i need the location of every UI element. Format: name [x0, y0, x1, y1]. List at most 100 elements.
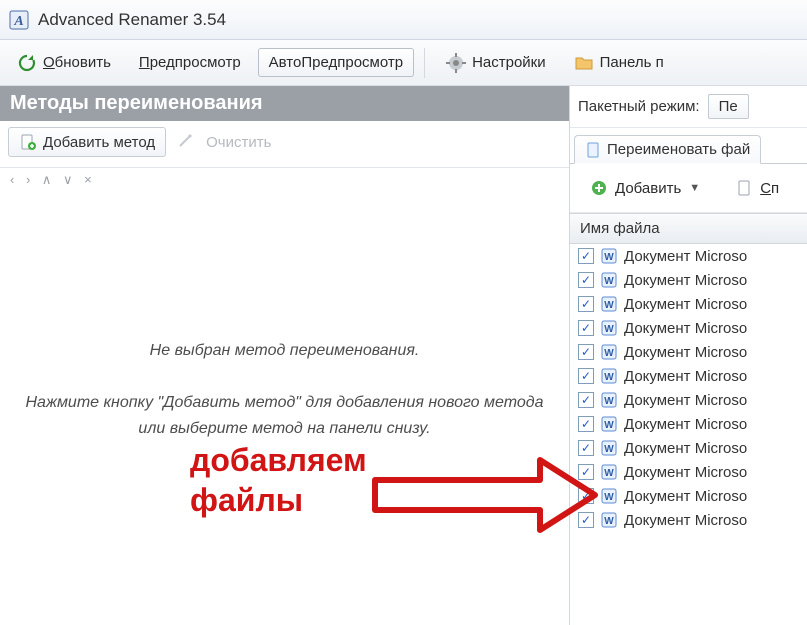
- add-files-button[interactable]: Добавить ▼: [578, 172, 711, 204]
- file-name-label: Документ Microso: [624, 296, 747, 313]
- clear-list-button[interactable]: Сп: [723, 172, 790, 204]
- svg-text:W: W: [604, 492, 614, 503]
- methods-toolbar: Добавить метод Очистить: [0, 121, 569, 168]
- panel-button[interactable]: Панель п: [563, 47, 675, 79]
- svg-text:W: W: [604, 252, 614, 263]
- refresh-icon: [17, 53, 37, 73]
- file-list: W Документ Microso W Документ Microso W Докум…: [570, 244, 807, 532]
- file-name-label: Документ Microso: [624, 440, 747, 457]
- window-title: Advanced Renamer 3.54: [38, 10, 226, 30]
- batch-mode-select[interactable]: Пе: [708, 94, 749, 119]
- checkbox[interactable]: [578, 320, 594, 336]
- svg-text:W: W: [604, 348, 614, 359]
- file-row[interactable]: WДокумент Microso: [570, 388, 807, 412]
- checkbox[interactable]: [578, 488, 594, 504]
- toolbar-separator: [424, 48, 425, 78]
- file-row[interactable]: W Документ Microso: [570, 340, 807, 364]
- checkbox[interactable]: [578, 392, 594, 408]
- file-toolbar: Добавить ▼ Сп: [570, 164, 807, 213]
- svg-text:W: W: [604, 372, 614, 383]
- tab-rename-label: Переименовать фай: [607, 141, 750, 158]
- checkbox[interactable]: [578, 512, 594, 528]
- main-toolbar: Обновить Предпросмотр АвтоПредпросмотр Н…: [0, 40, 807, 86]
- svg-text:W: W: [604, 300, 614, 311]
- checkbox[interactable]: [578, 344, 594, 360]
- svg-text:W: W: [604, 516, 614, 527]
- checkbox[interactable]: [578, 416, 594, 432]
- svg-text:A: A: [13, 14, 23, 29]
- mini-toolbar: ‹ › ∧ ∨ ×: [0, 168, 569, 192]
- file-row[interactable]: W Документ Microso: [570, 244, 807, 268]
- file-row[interactable]: W Документ Microso: [570, 484, 807, 508]
- word-doc-icon: W: [600, 487, 618, 505]
- file-row[interactable]: W Документ Microso: [570, 268, 807, 292]
- word-doc-icon: W: [600, 415, 618, 433]
- word-doc-icon: W: [600, 367, 618, 385]
- settings-button[interactable]: Настройки: [435, 47, 557, 79]
- clear-button[interactable]: Очистить: [206, 134, 271, 151]
- word-doc-icon: W: [600, 463, 618, 481]
- svg-text:W: W: [604, 276, 614, 287]
- svg-text:W: W: [604, 468, 614, 479]
- refresh-button[interactable]: Обновить: [6, 47, 122, 79]
- checkbox[interactable]: [578, 368, 594, 384]
- file-name-label: Документ Microso: [624, 344, 747, 361]
- clear-list-label: Сп: [760, 180, 779, 197]
- word-doc-icon: W: [600, 247, 618, 265]
- autopreview-toggle[interactable]: АвтоПредпросмотр: [258, 48, 414, 77]
- file-name-label: Документ Microso: [624, 488, 747, 505]
- methods-header: Методы переименования: [0, 86, 569, 121]
- preview-label: Предпросмотр: [139, 54, 241, 71]
- file-name-label: Документ Microso: [624, 248, 747, 265]
- file-row[interactable]: W Документ Microso: [570, 508, 807, 532]
- word-doc-icon: W: [600, 391, 618, 409]
- word-doc-icon: W: [600, 511, 618, 529]
- file-icon: [585, 142, 601, 158]
- file-row[interactable]: W Документ Microso: [570, 364, 807, 388]
- preview-button[interactable]: Предпросмотр: [128, 48, 252, 77]
- folder-icon: [574, 53, 594, 73]
- add-page-icon: [19, 133, 37, 151]
- files-pane: Пакетный режим: Пе Переименовать фай Доб…: [570, 86, 807, 625]
- new-file-icon: [734, 178, 754, 198]
- methods-pane: Методы переименования Добавить метод Очи…: [0, 86, 570, 625]
- add-method-button[interactable]: Добавить метод: [8, 127, 166, 157]
- checkbox[interactable]: [578, 440, 594, 456]
- svg-text:W: W: [604, 396, 614, 407]
- file-name-label: Документ Microso: [624, 512, 747, 529]
- file-row[interactable]: W Документ Microso: [570, 292, 807, 316]
- file-row[interactable]: W Документ Microso: [570, 436, 807, 460]
- file-name-label: Документ Microso: [624, 272, 747, 289]
- word-doc-icon: W: [600, 343, 618, 361]
- checkbox[interactable]: [578, 272, 594, 288]
- add-method-label: Добавить метод: [43, 134, 155, 151]
- settings-label: Настройки: [472, 54, 546, 71]
- file-name-label: Документ Microso: [624, 368, 747, 385]
- file-row[interactable]: WДокумент Microso: [570, 460, 807, 484]
- content-area: Методы переименования Добавить метод Очи…: [0, 86, 807, 625]
- add-files-label: Добавить: [615, 180, 681, 197]
- plus-icon: [589, 178, 609, 198]
- panel-label: Панель п: [600, 54, 664, 71]
- tab-rename-files[interactable]: Переименовать фай: [574, 135, 761, 164]
- word-doc-icon: W: [600, 319, 618, 337]
- refresh-label: Обновить: [43, 54, 111, 71]
- batch-mode-label: Пакетный режим:: [578, 98, 700, 115]
- methods-placeholder: Не выбран метод переименования. Нажмите …: [0, 192, 569, 625]
- file-name-label: Документ Microso: [624, 416, 747, 433]
- placeholder-line2: Нажмите кнопку "Добавить метод" для доба…: [20, 390, 549, 441]
- file-row[interactable]: W Документ Microso: [570, 412, 807, 436]
- word-doc-icon: W: [600, 439, 618, 457]
- autopreview-label: АвтоПредпросмотр: [269, 54, 403, 71]
- svg-text:W: W: [604, 420, 614, 431]
- file-tabstrip: Переименовать фай: [570, 128, 807, 164]
- title-bar: A Advanced Renamer 3.54: [0, 0, 807, 40]
- checkbox[interactable]: [578, 248, 594, 264]
- checkbox[interactable]: [578, 464, 594, 480]
- svg-text:W: W: [604, 324, 614, 335]
- checkbox[interactable]: [578, 296, 594, 312]
- chevron-down-icon: ▼: [689, 182, 700, 194]
- column-filename-header[interactable]: Имя файла: [570, 213, 807, 244]
- file-row[interactable]: WДокумент Microso: [570, 316, 807, 340]
- svg-text:W: W: [604, 444, 614, 455]
